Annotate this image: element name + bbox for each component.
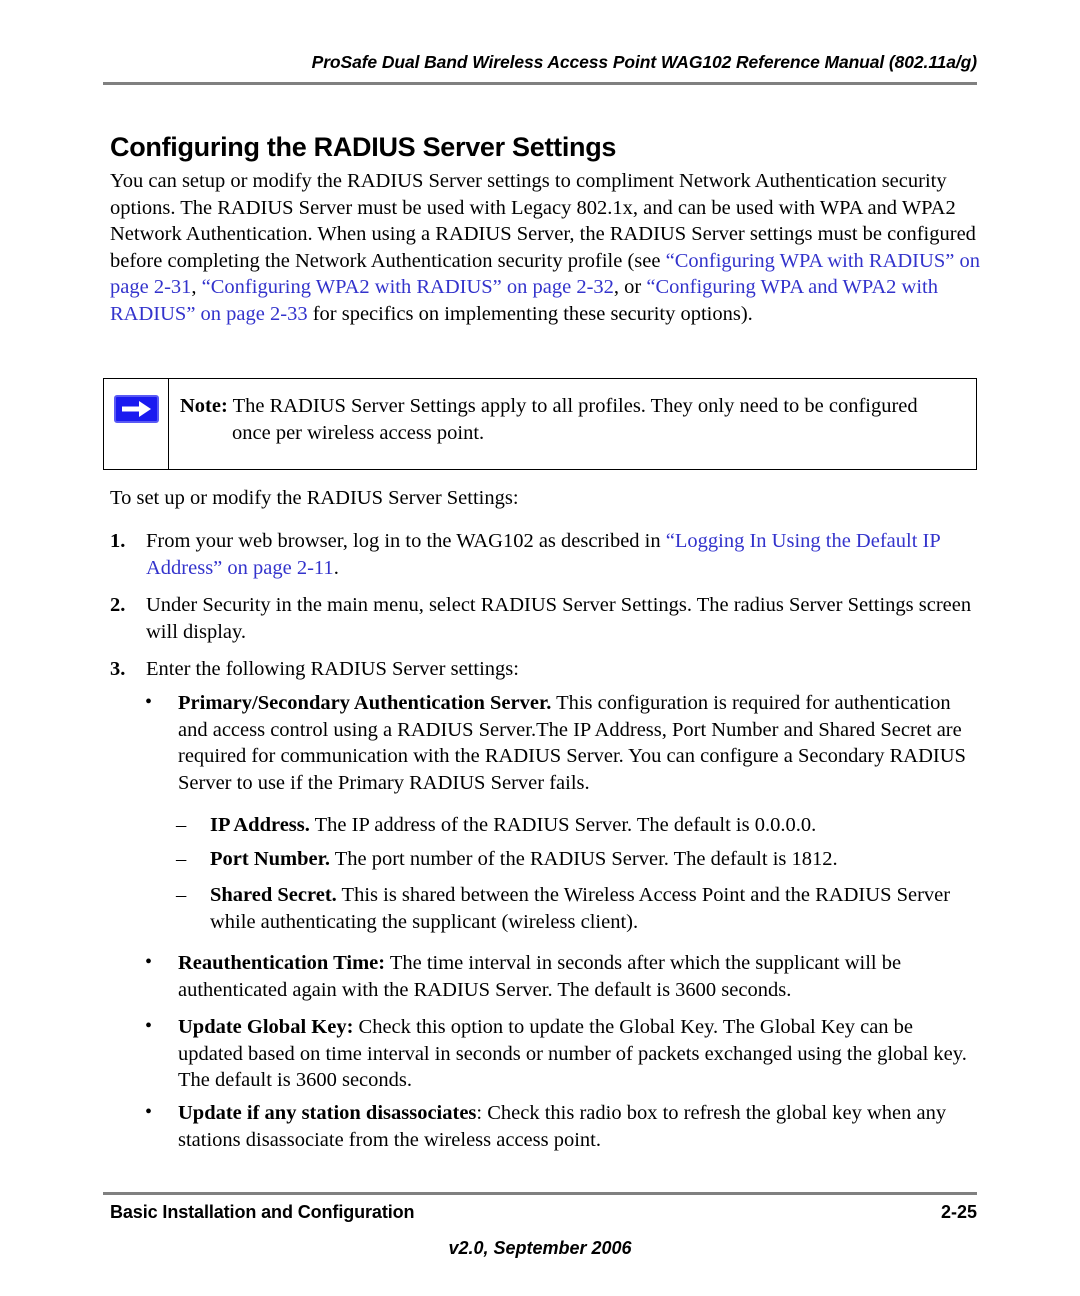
numbered-step-1: 1. From your web browser, log in to the … xyxy=(110,528,982,581)
note-callout-box: Note: The RADIUS Server Settings apply t… xyxy=(103,378,977,470)
running-header: ProSafe Dual Band Wireless Access Point … xyxy=(311,52,977,72)
bullet-term: Update if any station disassociates xyxy=(178,1102,477,1124)
bullet-body: Update if any station disassociates: Che… xyxy=(178,1100,983,1153)
right-arrow-icon xyxy=(114,395,159,423)
page-title: Configuring the RADIUS Server Settings xyxy=(110,132,617,163)
sub-bullet-item-ip-address: – IP Address. The IP address of the RADI… xyxy=(176,812,982,839)
footer-chapter-title: Basic Installation and Configuration xyxy=(110,1202,415,1222)
sub-bullet-body: Port Number. The port number of the RADI… xyxy=(210,846,982,873)
bullet-marker: • xyxy=(145,1101,153,1123)
dash-marker: – xyxy=(176,814,187,836)
header-divider xyxy=(103,82,977,85)
dash-marker: – xyxy=(176,848,187,870)
sub-bullet-body: IP Address. The IP address of the RADIUS… xyxy=(210,812,982,839)
sub-bullet-term: Shared Secret. xyxy=(210,884,337,906)
note-line-2: once per wireless access point. xyxy=(232,421,485,444)
numbered-step-2: 2. Under Security in the main menu, sele… xyxy=(110,592,982,645)
sub-bullet-description: The port number of the RADIUS Server. Th… xyxy=(329,848,838,870)
bullet-item-reauthentication-time: • Reauthentication Time: The time interv… xyxy=(145,950,983,1003)
sub-bullet-term: IP Address. xyxy=(210,814,310,836)
dash-marker: – xyxy=(176,884,187,906)
footer-version: v2.0, September 2006 xyxy=(448,1238,632,1258)
sub-bullet-item-port-number: – Port Number. The port number of the RA… xyxy=(176,846,982,873)
bullet-marker: • xyxy=(145,1015,153,1037)
bullet-marker: • xyxy=(145,691,153,713)
bullet-body: Update Global Key: Check this option to … xyxy=(178,1014,983,1094)
note-label: Note: xyxy=(180,395,228,417)
cross-reference-link-wpa2-radius[interactable]: “Configuring WPA2 with RADIUS” on page 2… xyxy=(202,276,614,298)
bullet-item-update-global-key: • Update Global Key: Check this option t… xyxy=(145,1014,983,1094)
bullet-item-primary-secondary-auth-server: • Primary/Secondary Authentication Serve… xyxy=(145,690,983,796)
sub-bullet-body: Shared Secret. This is shared between th… xyxy=(210,882,982,935)
step-text-after: . xyxy=(333,556,339,579)
intro-text-part2: for specifics on implementing these secu… xyxy=(307,302,753,325)
step-marker: 3. xyxy=(110,658,126,680)
bullet-body: Reauthentication Time: The time interval… xyxy=(178,950,983,1003)
intro-separator-1: , xyxy=(191,276,202,299)
note-icon-cell xyxy=(104,379,169,469)
page-number: 2-25 xyxy=(940,1202,977,1222)
bullet-term: Reauthentication Time: xyxy=(178,952,386,974)
footer-divider xyxy=(103,1192,977,1195)
step-body: Under Security in the main menu, select … xyxy=(146,594,972,643)
step-body: Enter the following RADIUS Server settin… xyxy=(146,658,519,680)
bullet-body: Primary/Secondary Authentication Server.… xyxy=(178,690,983,796)
intro-paragraph: You can setup or modify the RADIUS Serve… xyxy=(110,168,982,328)
sub-bullet-item-shared-secret: – Shared Secret. This is shared between … xyxy=(176,882,982,935)
sub-bullet-description: The IP address of the RADIUS Server. The… xyxy=(309,814,817,836)
bullet-marker: • xyxy=(145,951,153,973)
bullet-item-update-if-any-station-disassociates: • Update if any station disassociates: C… xyxy=(145,1100,983,1153)
step-text-before: From your web browser, log in to the WAG… xyxy=(146,530,666,552)
step-marker: 2. xyxy=(110,594,126,616)
bullet-term: Primary/Secondary Authentication Server. xyxy=(178,692,552,714)
numbered-step-3: 3. Enter the following RADIUS Server set… xyxy=(110,656,982,683)
step-body: From your web browser, log in to the WAG… xyxy=(146,528,982,581)
note-line-1: The RADIUS Server Settings apply to all … xyxy=(227,395,918,417)
intro-separator-2: , or xyxy=(613,276,647,299)
lead-in-text: To set up or modify the RADIUS Server Se… xyxy=(110,487,519,509)
bullet-term: Update Global Key: xyxy=(178,1016,354,1038)
sub-bullet-term: Port Number. xyxy=(210,848,330,870)
note-text: Note: The RADIUS Server Settings apply t… xyxy=(180,393,960,446)
document-page: ProSafe Dual Band Wireless Access Point … xyxy=(0,0,1080,1296)
step-marker: 1. xyxy=(110,530,126,552)
